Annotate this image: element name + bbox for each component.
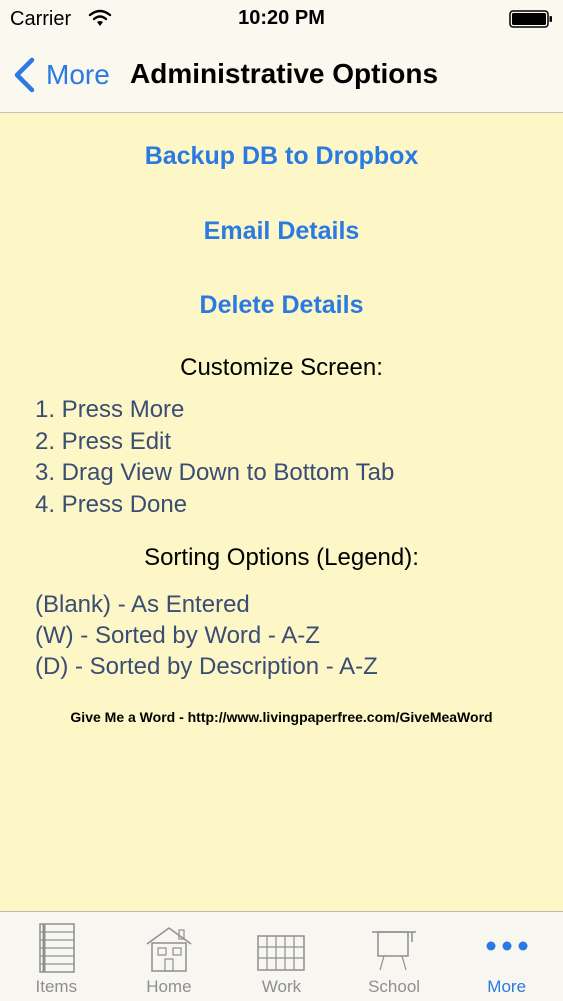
list-item: (Blank) - As Entered (35, 591, 250, 618)
footer-credit: Give Me a Word - http://www.livingpaperf… (70, 709, 493, 725)
back-button[interactable]: More (12, 54, 110, 96)
customize-steps-list: 1. Press More 2. Press Edit 3. Drag View… (35, 394, 394, 520)
list-item: 2. Press Edit (35, 427, 172, 455)
chevron-left-icon (14, 57, 35, 93)
list-item: (D) - Sorted by Description - A-Z (35, 653, 378, 680)
grid-icon (257, 935, 306, 971)
sorting-legend-list: (Blank) - As Entered (W) - Sorted by Wor… (35, 589, 378, 682)
backup-dropbox-button[interactable]: Backup DB to Dropbox (0, 142, 563, 171)
list-item: (W) - Sorted by Word - A-Z (35, 622, 320, 649)
tab-label: School (368, 977, 421, 996)
back-button-label: More (46, 59, 110, 90)
list-icon (39, 923, 76, 973)
whiteboard-icon (372, 931, 417, 971)
more-dots-icon (486, 941, 528, 951)
tab-more[interactable]: More (450, 912, 563, 1001)
delete-details-button[interactable]: Delete Details (0, 291, 563, 320)
battery-icon (509, 10, 552, 28)
tab-label: Items (35, 977, 78, 996)
tab-work[interactable]: Work (225, 912, 338, 1001)
tab-label: More (487, 977, 527, 996)
list-item: 4. Press Done (35, 490, 188, 518)
house-icon (146, 927, 192, 972)
list-item: 3. Drag View Down to Bottom Tab (35, 459, 395, 486)
navigation-bar: More Administrative Options (0, 40, 563, 113)
status-bar: Carrier 10:20 PM (0, 0, 563, 40)
sorting-heading: Sorting Options (Legend): (144, 544, 419, 571)
list-item: 1. Press More (35, 396, 185, 423)
tab-home[interactable]: Home (113, 912, 226, 1001)
tab-school[interactable]: School (338, 912, 451, 1001)
main-content: Backup DB to Dropbox Email Details Delet… (0, 113, 563, 911)
tab-items[interactable]: Items (0, 912, 113, 1001)
tab-label: Work (261, 977, 302, 996)
page-title: Administrative Options (130, 58, 439, 89)
customize-heading: Customize Screen: (180, 354, 383, 381)
tab-bar: Items Home Work School More (0, 911, 563, 1001)
tab-label: Home (146, 977, 192, 996)
status-time: 10:20 PM (238, 7, 325, 29)
email-details-button[interactable]: Email Details (0, 217, 563, 246)
